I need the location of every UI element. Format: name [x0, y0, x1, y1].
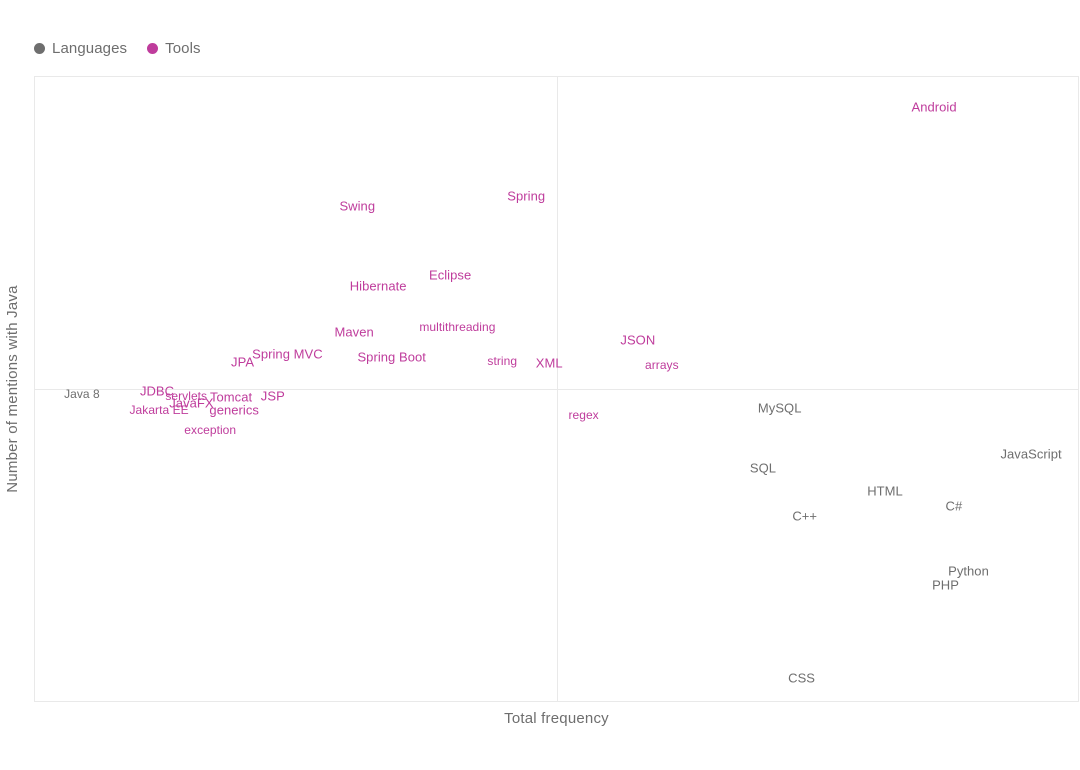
legend-marker-tools-icon	[147, 42, 159, 54]
data-point-label[interactable]: Spring Boot	[357, 350, 425, 363]
data-point-label[interactable]: JavaScript	[1000, 447, 1061, 460]
data-point-label[interactable]: XML	[536, 356, 563, 369]
scatter-plot-area[interactable]: Android Spring Swing Eclipse Hibernate multit…	[34, 76, 1079, 702]
data-point-label[interactable]: C++	[792, 509, 817, 522]
data-point-label[interactable]: Eclipse	[429, 269, 471, 282]
data-point-label[interactable]: Swing	[339, 199, 375, 212]
x-axis-title: Total frequency	[504, 710, 609, 727]
legend-marker-languages-icon	[34, 42, 45, 54]
data-point-label[interactable]: Spring	[507, 190, 545, 203]
data-point-label[interactable]: multithreading	[419, 321, 495, 333]
chart-legend: Languages Tools	[34, 38, 201, 58]
data-point-label[interactable]: Python	[948, 564, 989, 577]
data-point-label[interactable]: JSP	[261, 390, 285, 403]
data-point-label[interactable]: generics	[209, 404, 259, 417]
legend-entry-tools[interactable]: Tools	[147, 40, 201, 57]
data-point-label[interactable]: PHP	[932, 578, 959, 591]
data-point-label[interactable]: JPA	[231, 355, 254, 368]
data-point-label[interactable]: MySQL	[758, 402, 802, 415]
data-point-label[interactable]: HTML	[867, 485, 903, 498]
data-point-label[interactable]: Tomcat	[210, 391, 252, 404]
data-point-label[interactable]: Java 8	[64, 388, 100, 400]
data-point-label[interactable]: Hibernate	[350, 280, 407, 293]
data-point-label[interactable]: Maven	[335, 325, 374, 338]
data-point-label[interactable]: C#	[946, 500, 963, 513]
data-point-label[interactable]: Jakarta EE	[130, 404, 189, 416]
data-point-label[interactable]: exception	[184, 424, 236, 436]
legend-label-tools: Tools	[165, 39, 201, 57]
data-point-label[interactable]: CSS	[788, 671, 815, 684]
data-point-label[interactable]: Android	[911, 100, 956, 113]
data-point-label[interactable]: SQL	[750, 462, 776, 475]
data-point-label[interactable]: JSON	[620, 334, 655, 347]
data-point-label[interactable]: arrays	[645, 359, 679, 371]
y-axis-title: Number of mentions with Java	[4, 285, 21, 493]
data-point-label[interactable]: regex	[568, 409, 598, 421]
legend-entry-languages[interactable]: Languages	[34, 40, 127, 57]
legend-label-languages: Languages	[52, 39, 128, 57]
data-point-label[interactable]: Spring MVC	[252, 348, 323, 361]
data-point-label[interactable]: string	[487, 355, 517, 367]
